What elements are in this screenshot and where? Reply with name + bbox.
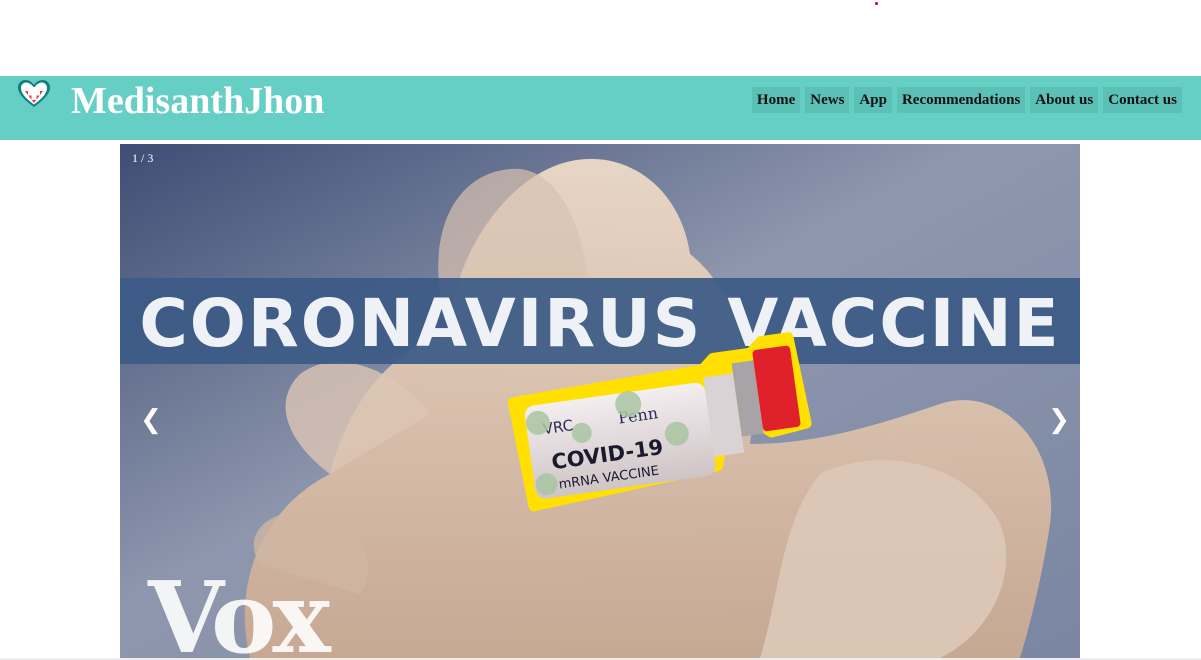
site-navbar: MedisanthJhon Home News App Recommendati… [0,76,1201,140]
main-nav: Home News App Recommendations About us C… [751,87,1182,113]
vox-watermark: Vox [147,561,332,658]
next-slide-button[interactable]: ❯ [1039,400,1079,440]
nav-news[interactable]: News [805,87,850,113]
nav-contact-us[interactable]: Contact us [1103,87,1182,113]
slide-image-coronavirus-vaccine: CORONAVIRUS VACCINE VRC Penn COVID-19 mR… [120,144,1080,658]
red-dot-marker [875,2,878,5]
previous-slide-button[interactable]: ❮ [131,400,171,440]
heart-medical-cross-icon[interactable] [17,79,51,109]
nav-home[interactable]: Home [751,87,801,113]
image-slideshow: CORONAVIRUS VACCINE VRC Penn COVID-19 mR… [120,144,1080,658]
slide-banner-text: CORONAVIRUS VACCINE [139,285,1060,362]
slide-counter: 1 / 3 [132,151,154,165]
brand-title[interactable]: MedisanthJhon [71,78,324,124]
nav-about-us[interactable]: About us [1030,87,1099,113]
nav-app[interactable]: App [854,87,892,113]
nav-recommendations[interactable]: Recommendations [896,87,1026,113]
